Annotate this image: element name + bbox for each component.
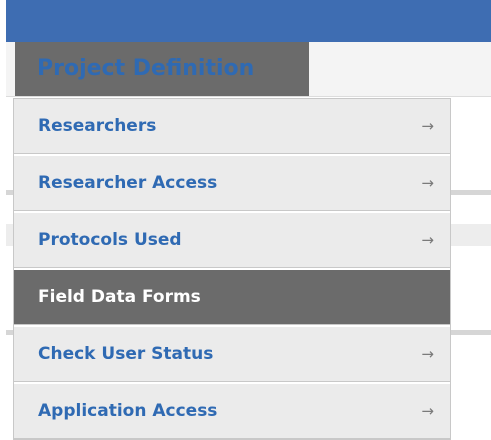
menu-item-label: Check User Status [38, 344, 214, 364]
menu-item-label: Field Data Forms [38, 287, 201, 307]
dropdown-menu: Researchers → Researcher Access → Protoc… [13, 98, 451, 440]
menu-item-researcher-access[interactable]: Researcher Access → [14, 156, 450, 211]
arrow-right-icon: → [421, 174, 434, 192]
menu-item-researchers[interactable]: Researchers → [14, 99, 450, 154]
menu-item-protocols-used[interactable]: Protocols Used → [14, 213, 450, 268]
menu-item-label: Researcher Access [38, 173, 218, 193]
menu-item-check-user-status[interactable]: Check User Status → [14, 327, 450, 382]
arrow-right-icon: → [421, 231, 434, 249]
arrow-right-icon: → [421, 402, 434, 420]
menu-item-label: Researchers [38, 116, 157, 136]
menu-item-label: Application Access [38, 401, 218, 421]
menu-item-application-access[interactable]: Application Access → [14, 384, 450, 439]
menu-item-label: Protocols Used [38, 230, 182, 250]
arrow-right-icon: → [421, 345, 434, 363]
top-header-bar [6, 0, 491, 42]
tab-project-definition[interactable]: Project Definition [15, 42, 309, 96]
menu-item-field-data-forms[interactable]: Field Data Forms [14, 270, 450, 325]
arrow-right-icon: → [421, 117, 434, 135]
